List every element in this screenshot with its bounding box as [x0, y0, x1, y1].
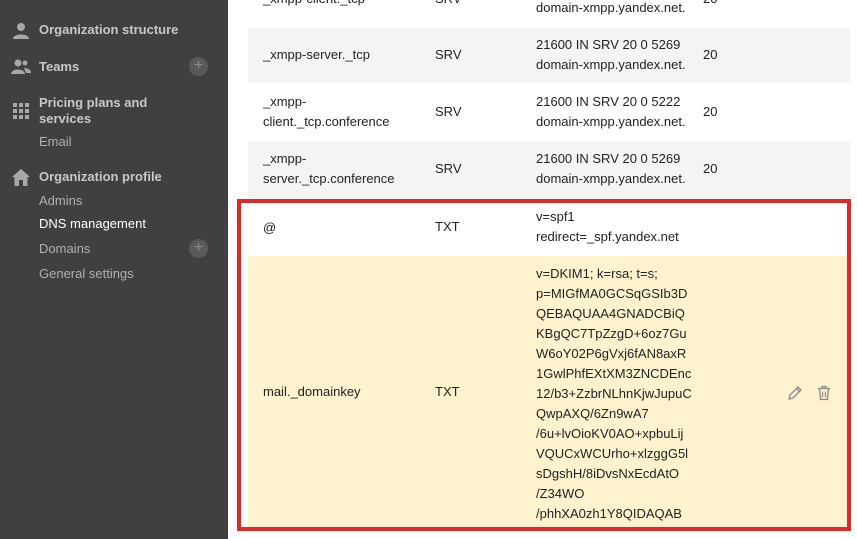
record-type: SRV: [435, 47, 462, 62]
nav-domains[interactable]: Domains: [39, 241, 90, 257]
record-priority: 20: [703, 161, 718, 176]
highlight-box: [237, 199, 851, 531]
add-team-button[interactable]: +: [189, 57, 208, 76]
nav-dns-management[interactable]: DNS management: [39, 216, 146, 232]
home-icon: [11, 167, 31, 187]
grid-icon: [11, 101, 31, 121]
nav-pricing-plans[interactable]: Pricing plans and services: [39, 95, 147, 127]
record-type: SRV: [435, 0, 462, 9]
nav-admins[interactable]: Admins: [39, 193, 82, 209]
record-type: SRV: [435, 161, 462, 176]
record-host: _xmpp-client._tcp: [263, 0, 423, 9]
record-value: 21600 IN SRV 20 0 5222 domain-xmpp.yande…: [536, 94, 686, 129]
record-host: _xmpp- server._tcp.conference: [263, 151, 395, 186]
person-icon: [11, 21, 31, 41]
nav-general-settings[interactable]: General settings: [39, 266, 134, 282]
pricing-line2: services: [39, 111, 92, 126]
record-host: _xmpp- client._tcp.conference: [263, 94, 390, 129]
record-value: 21600 IN SRV 20 0 5269 domain-xmpp.yande…: [536, 151, 686, 186]
record-value: domain-xmpp.yandex.net.: [536, 0, 686, 15]
teams-icon: [11, 57, 31, 77]
nav-teams[interactable]: Teams: [39, 59, 79, 75]
table-row: _xmpp- client._tcp.conference SRV 21600 …: [248, 83, 850, 141]
sidebar: Organization structure Teams + Pricing p…: [0, 0, 228, 539]
record-priority: 20: [703, 47, 718, 62]
nav-email[interactable]: Email: [39, 134, 72, 150]
record-type: SRV: [435, 104, 462, 119]
record-priority: 20: [703, 104, 718, 119]
nav-organization-structure[interactable]: Organization structure: [39, 22, 178, 38]
record-value: 21600 IN SRV 20 0 5269 domain-xmpp.yande…: [536, 37, 686, 72]
nav-organization-profile[interactable]: Organization profile: [39, 169, 162, 185]
table-row: _xmpp-client._tcp SRV domain-xmpp.yandex…: [248, 0, 850, 28]
table-row: _xmpp- server._tcp.conference SRV 21600 …: [248, 141, 850, 198]
record-priority: 20: [703, 0, 717, 9]
record-host: _xmpp-server._tcp: [263, 47, 370, 62]
add-domain-button[interactable]: +: [189, 239, 208, 258]
pricing-line1: Pricing plans and: [39, 95, 148, 110]
table-row: _xmpp-server._tcp SRV 21600 IN SRV 20 0 …: [248, 28, 850, 83]
